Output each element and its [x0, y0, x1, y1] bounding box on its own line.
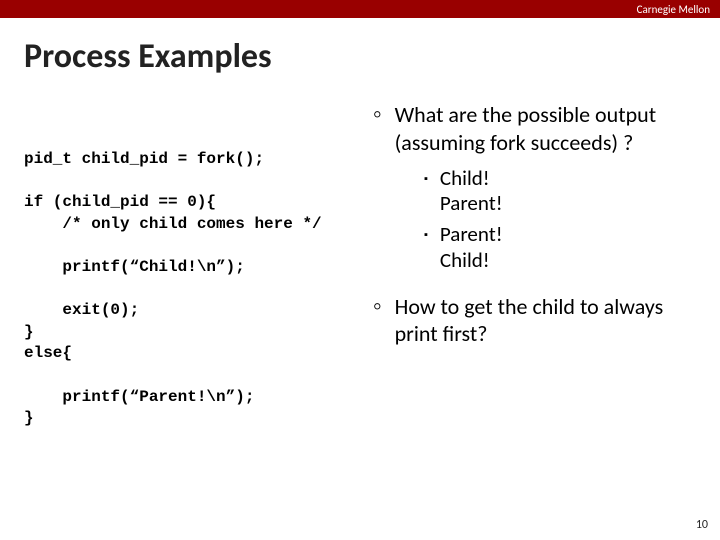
answer-text: Child! Parent!	[440, 166, 503, 216]
square-bullet-icon: ▪	[424, 222, 440, 272]
content-area: pid_t child_pid = fork(); if (child_pid …	[0, 101, 720, 430]
question-text: How to get the child to always print fir…	[395, 293, 684, 348]
question-text: What are the possible output (assuming f…	[395, 101, 684, 156]
bullet-column: ○ What are the possible output (assuming…	[354, 101, 684, 430]
page-number: 10	[696, 518, 708, 532]
sub-bullet-item: ▪ Child! Parent!	[370, 166, 684, 216]
circle-bullet-icon: ○	[370, 293, 395, 348]
answer-text: Parent! Child!	[440, 222, 503, 272]
sub-bullet-item: ▪ Parent! Child!	[370, 222, 684, 272]
bullet-item: ○ How to get the child to always print f…	[370, 293, 684, 348]
square-bullet-icon: ▪	[424, 166, 440, 216]
slide-title: Process Examples	[0, 18, 720, 101]
bullet-item: ○ What are the possible output (assuming…	[370, 101, 684, 156]
org-label: Carnegie Mellon	[637, 3, 710, 16]
circle-bullet-icon: ○	[370, 101, 395, 156]
code-snippet: pid_t child_pid = fork(); if (child_pid …	[24, 101, 354, 430]
header-bar: Carnegie Mellon	[0, 0, 720, 18]
